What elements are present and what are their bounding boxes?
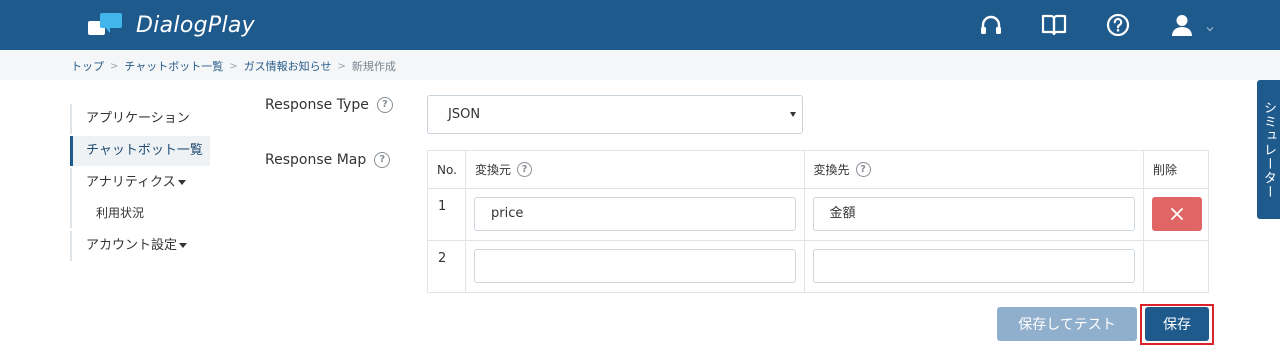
sidebar-item-account-settings[interactable]: アカウント設定 [70, 231, 210, 261]
table-row: 1 price 金額 [427, 188, 1209, 241]
row-number: 1 [427, 188, 466, 241]
breadcrumb-separator: > [337, 60, 346, 72]
simulator-tab-label: シミュレーター [1261, 100, 1276, 199]
user-icon[interactable] [1169, 12, 1195, 38]
sidebar-item-chatbot-list[interactable]: チャットボット一覧 [70, 136, 210, 166]
response-map-label: Response Map [265, 152, 367, 168]
delete-row-button[interactable] [1152, 197, 1203, 231]
row-number: 2 [427, 240, 466, 293]
headset-icon[interactable] [978, 12, 1004, 38]
table-header-row: No. 変換元? 変換先? 削除 [427, 150, 1209, 189]
sidebar-item-applications[interactable]: アプリケーション [70, 104, 210, 134]
save-and-test-button[interactable]: 保存してテスト [997, 307, 1137, 341]
breadcrumb-current: 新規作成 [351, 60, 396, 73]
select-arrow-icon [790, 112, 796, 117]
column-header-target: 変換先? [803, 150, 1145, 189]
breadcrumb-gas-info[interactable]: ガス情報お知らせ [244, 58, 332, 74]
sidebar-item-usage[interactable]: 利用状況 [70, 198, 210, 228]
breadcrumb-top[interactable]: トップ [71, 58, 104, 74]
app-name: DialogPlay [136, 12, 255, 38]
breadcrumb-separator: > [229, 60, 238, 72]
breadcrumb: トップ > チャットボット一覧 > ガス情報お知らせ > 新規作成 [71, 58, 396, 74]
close-icon [1171, 208, 1183, 220]
response-type-label: Response Type [265, 97, 369, 113]
response-type-value: JSON [448, 107, 481, 122]
column-header-no: No. [427, 150, 466, 189]
top-navbar: DialogPlay [0, 0, 1280, 50]
caret-down-icon [177, 180, 186, 185]
help-icon[interactable]: ? [517, 162, 532, 177]
breadcrumb-chatbot-list[interactable]: チャットボット一覧 [124, 58, 223, 74]
sidebar-item-label: 利用状況 [96, 206, 145, 220]
help-icon[interactable]: ? [855, 162, 871, 177]
source-input[interactable] [473, 249, 796, 283]
help-icon[interactable]: ? [376, 97, 393, 113]
logo-chat-icon [88, 12, 124, 38]
breadcrumb-separator: > [110, 60, 119, 72]
response-map-label-row: Response Map ? [265, 152, 391, 168]
table-row: 2 [427, 240, 1209, 293]
simulator-tab[interactable]: シミュレーター [1257, 80, 1280, 219]
help-icon[interactable]: ? [374, 152, 391, 168]
target-input[interactable]: 金額 [812, 197, 1135, 231]
sidebar-item-label: アプリケーション [86, 111, 190, 126]
sidebar-nav: アプリケーション チャットボット一覧 アナリティクス 利用状況 アカウント設定 [70, 104, 210, 261]
column-header-delete: 削除 [1143, 150, 1209, 189]
sidebar-item-label: アカウント設定 [86, 238, 178, 253]
sidebar-item-label: アナリティクス [86, 175, 176, 190]
save-button[interactable]: 保存 [1145, 307, 1209, 341]
book-icon[interactable] [1041, 12, 1067, 38]
sidebar-item-label: チャットボット一覧 [86, 143, 203, 158]
response-type-select[interactable]: JSON [427, 95, 803, 134]
target-input[interactable] [812, 249, 1135, 283]
help-circle-icon[interactable] [1105, 12, 1131, 38]
caret-down-icon [179, 243, 188, 248]
breadcrumb-bar: トップ > チャットボット一覧 > ガス情報お知らせ > 新規作成 [0, 50, 1280, 80]
source-input[interactable]: price [473, 197, 796, 231]
response-type-label-row: Response Type ? [265, 97, 393, 113]
sidebar-item-analytics[interactable]: アナリティクス [70, 168, 210, 198]
app-logo[interactable]: DialogPlay [88, 11, 255, 39]
chevron-down-icon[interactable] [1206, 18, 1214, 32]
response-map-table: No. 変換元? 変換先? 削除 1 price 金額 2 [427, 150, 1209, 293]
column-header-source: 変換元? [464, 150, 805, 189]
